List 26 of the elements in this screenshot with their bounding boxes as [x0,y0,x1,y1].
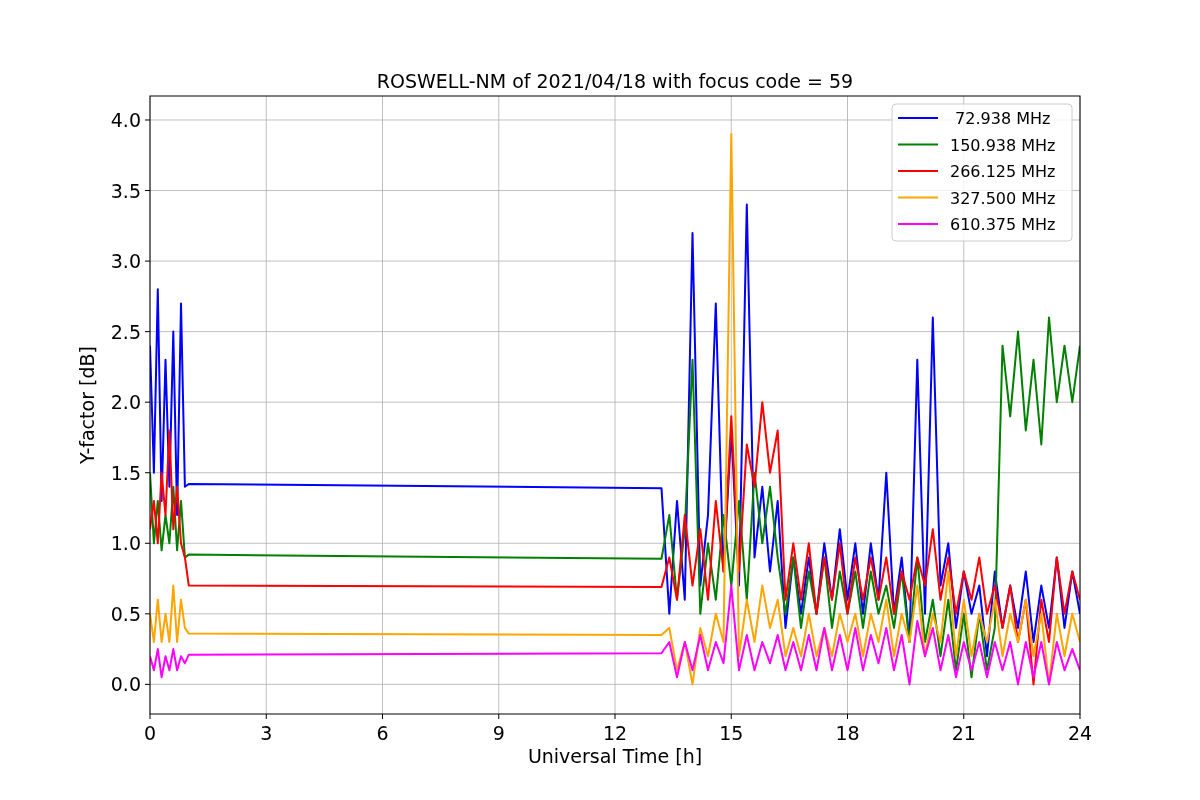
legend-label: 266.125 MHz [950,162,1056,181]
tick-label: 18 [835,722,860,744]
tick-label: 0.5 [110,602,141,625]
legend-label: 72.938 MHz [955,109,1051,128]
legend-label: 327.500 MHz [950,188,1056,208]
legend-label: 150.938 MHz [950,135,1056,155]
tick-label: 0.0 [110,673,141,696]
tick-label: 3.5 [110,179,141,202]
tick-label: 0 [143,722,157,744]
tick-label: 6 [376,722,389,744]
axis-label: Universal Time [h] [527,745,703,767]
tick-label: 4.0 [110,109,141,131]
tick-label: 1.5 [110,461,141,484]
tick-label: 21 [951,722,976,744]
tick-label: 15 [719,722,744,744]
axis-label: Y-factor [dB] [76,346,98,464]
tick-label: 3 [260,722,273,744]
tick-label: 1.0 [110,532,141,555]
legend-label: 610.375 MHz [950,215,1056,234]
tick-label: 12 [602,722,628,744]
tick-label: 24 [1067,722,1093,744]
tick-label: 3.0 [110,250,141,273]
tick-label: 2.0 [110,391,141,414]
tick-label: 2.5 [110,320,141,343]
tick-label: 9 [492,722,505,744]
chart-title: ROSWELL-NM of 2021/04/18 with focus code = 59 [376,70,854,92]
